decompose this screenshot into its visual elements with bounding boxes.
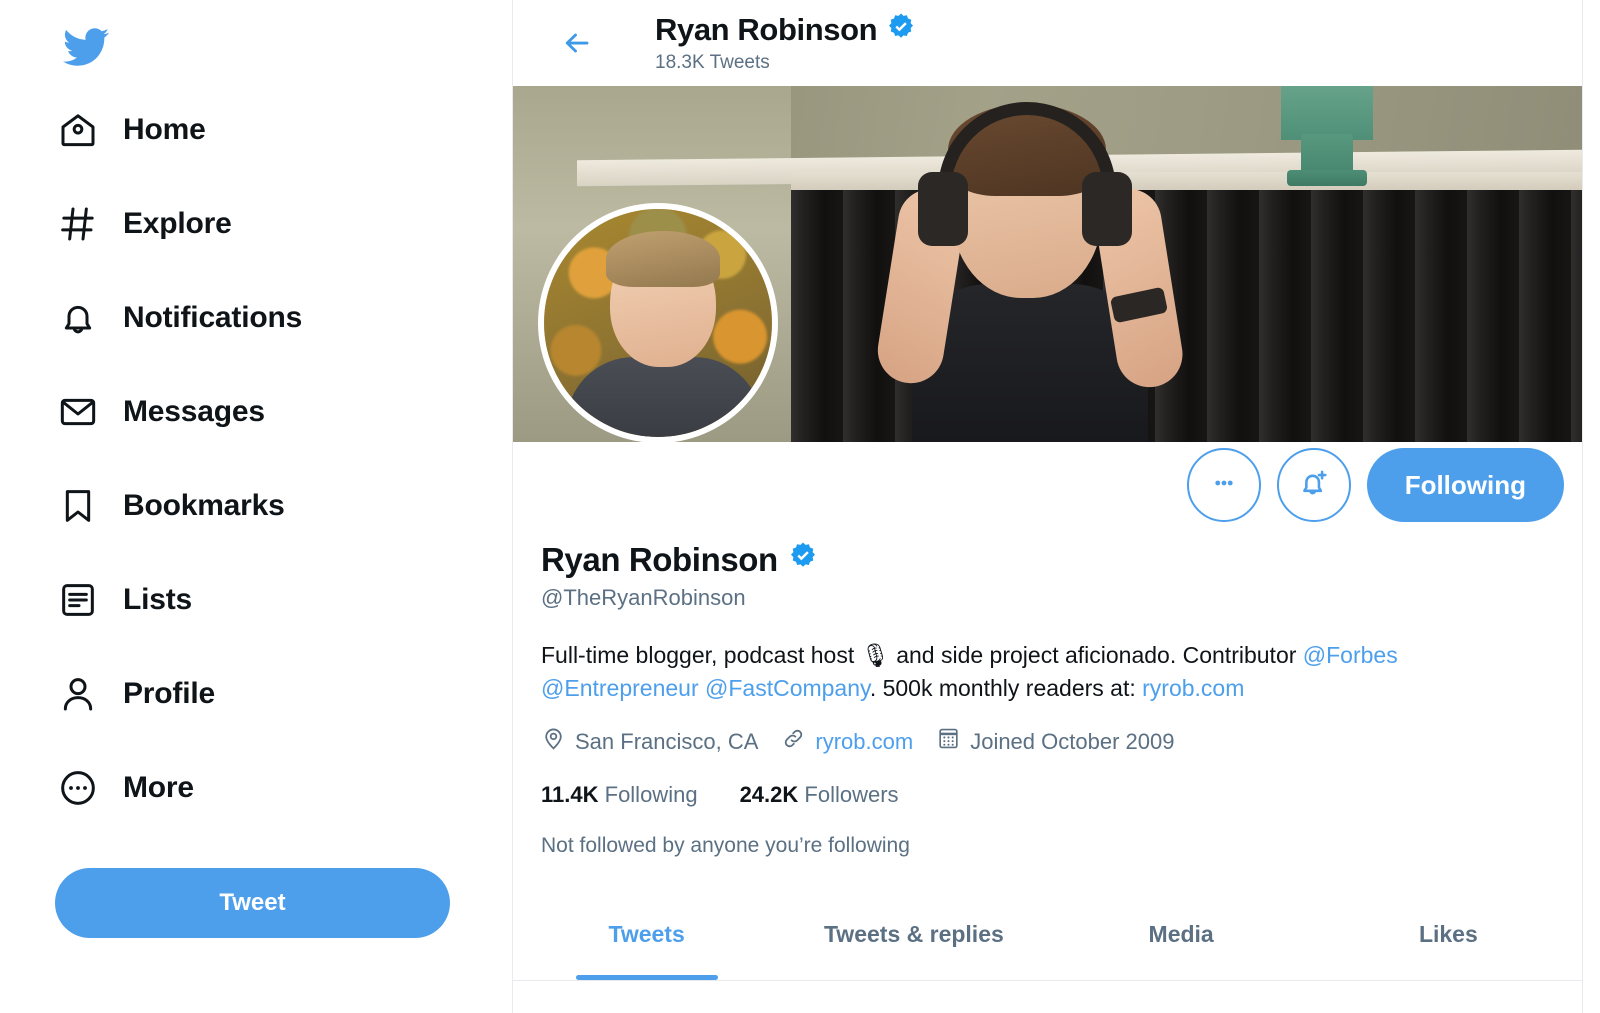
tab-likes[interactable]: Likes [1315, 913, 1582, 980]
location-text: San Francisco, CA [575, 728, 759, 754]
following-label: Following [604, 782, 698, 808]
location-pin-icon [541, 726, 566, 757]
right-spacer [1583, 0, 1600, 1013]
sidebar-item-home[interactable]: Home [55, 100, 512, 159]
profile-header-bar: Ryan Robinson 18.3K Tweets [513, 0, 1582, 86]
calendar-icon [936, 726, 961, 757]
sidebar-item-lists[interactable]: Lists [55, 570, 512, 629]
header-title-text: Ryan Robinson [655, 11, 878, 47]
profile-bio: Full-time blogger, podcast host 🎙 and si… [541, 639, 1476, 704]
sidebar-item-label: Home [123, 112, 206, 146]
bio-text-part3: . 500k monthly readers at: [869, 674, 1143, 701]
not-followed-notice: Not followed by anyone you’re following [541, 834, 910, 858]
bio-text-part2: and side project aficionado. Contributor [889, 642, 1303, 668]
twitter-bird-icon[interactable] [55, 16, 117, 78]
profile-metadata: San Francisco, CA ryrob.com Joined Octob… [541, 726, 1554, 757]
joined-text: Joined October 2009 [970, 728, 1175, 754]
sidebar-navigation: Home Explore Notifications Messages Book… [0, 0, 512, 1013]
notify-button[interactable] [1276, 448, 1351, 522]
sidebar-item-label: Explore [123, 206, 232, 240]
sidebar-item-label: Bookmarks [123, 488, 285, 522]
bell-icon [55, 298, 101, 338]
profile-stats: 11.4K Following 24.2K Followers [541, 782, 1554, 808]
sidebar-item-bookmarks[interactable]: Bookmarks [55, 476, 512, 535]
profile-handle: @TheRyanRobinson [541, 585, 746, 610]
profile-website: ryrob.com [781, 726, 913, 757]
home-icon [55, 110, 101, 150]
verified-badge-icon [788, 541, 818, 579]
profile-name: Ryan Robinson [541, 541, 1554, 579]
header-title-group: Ryan Robinson 18.3K Tweets [655, 12, 916, 75]
bio-link[interactable]: ryrob.com [1142, 675, 1244, 701]
sidebar-item-more[interactable]: More [55, 758, 512, 817]
profile-main-column: Ryan Robinson 18.3K Tweets Following Rya… [512, 0, 1583, 1013]
profile-action-buttons: Following [1186, 448, 1564, 522]
profile-info: Ryan Robinson @TheRyanRobinson Full-time… [513, 541, 1582, 858]
profile-avatar-image[interactable] [544, 209, 772, 437]
profile-joined-date: Joined October 2009 [936, 726, 1174, 757]
bio-mention-entrepreneur[interactable]: @Entrepreneur [541, 675, 699, 701]
sidebar-items-list: Home Explore Notifications Messages Book… [55, 100, 512, 852]
sidebar-item-label: Notifications [123, 300, 303, 334]
following-count: 11.4K [541, 782, 599, 808]
more-options-button[interactable] [1186, 448, 1261, 522]
verified-badge-icon [886, 12, 916, 49]
twitter-app: Home Explore Notifications Messages Book… [0, 0, 1600, 1013]
website-link[interactable]: ryrob.com [815, 729, 913, 755]
page-title: Ryan Robinson [655, 12, 916, 49]
hashtag-icon [55, 204, 101, 244]
bookmark-icon [55, 486, 101, 526]
followers-count: 24.2K [739, 782, 799, 808]
followers-label: Followers [804, 782, 899, 808]
bio-mention-fastcompany[interactable]: @FastCompany [705, 675, 870, 701]
person-icon [55, 674, 101, 714]
tweet-button[interactable]: Tweet [55, 868, 450, 938]
followers-stat[interactable]: 24.2K Followers [740, 782, 899, 808]
sidebar-item-profile[interactable]: Profile [55, 664, 512, 723]
envelope-icon [55, 392, 101, 432]
microphone-icon: 🎙 [860, 642, 890, 668]
banner-green-sculpture [1267, 86, 1387, 186]
following-stat[interactable]: 11.4K Following [541, 782, 698, 808]
banner-person [866, 96, 1206, 442]
link-chain-icon [781, 726, 806, 757]
tweet-count: 18.3K Tweets [655, 52, 770, 74]
avatar[interactable] [538, 203, 778, 443]
tab-tweets-replies[interactable]: Tweets & replies [780, 913, 1047, 980]
more-circle-icon [55, 768, 101, 808]
sidebar-item-notifications[interactable]: Notifications [55, 288, 512, 347]
tab-tweets[interactable]: Tweets [513, 913, 780, 980]
sidebar-item-label: Messages [123, 394, 265, 428]
bio-text-part1: Full-time blogger, podcast host [541, 642, 861, 668]
tab-media[interactable]: Media [1048, 913, 1315, 980]
following-button[interactable]: Following [1366, 448, 1564, 522]
profile-tabs: Tweets Tweets & replies Media Likes [513, 913, 1582, 981]
bell-plus-icon [1296, 465, 1332, 506]
bio-mention-forbes[interactable]: @Forbes [1303, 642, 1398, 668]
list-icon [55, 580, 101, 620]
sidebar-item-label: More [123, 770, 194, 804]
back-arrow-icon[interactable] [555, 21, 599, 65]
sidebar-item-label: Profile [123, 676, 215, 710]
sidebar-item-explore[interactable]: Explore [55, 194, 512, 253]
more-dots-icon [1207, 466, 1241, 505]
profile-name-text: Ryan Robinson [541, 541, 778, 578]
sidebar-item-messages[interactable]: Messages [55, 382, 512, 441]
profile-location: San Francisco, CA [541, 726, 758, 757]
sidebar-item-label: Lists [123, 582, 193, 616]
